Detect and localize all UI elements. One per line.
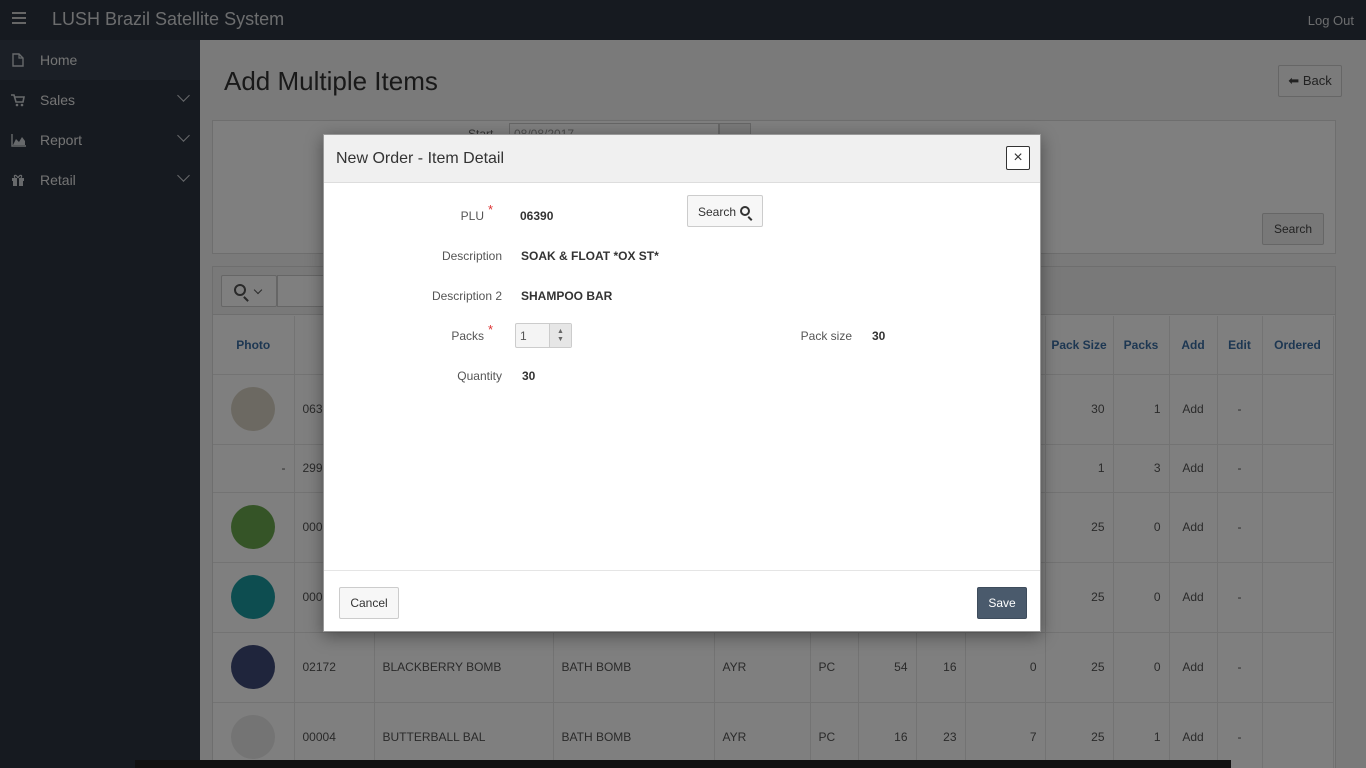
pack-size-label: Pack size <box>800 329 852 343</box>
dialog-header: New Order - Item Detail × <box>324 135 1040 183</box>
stepper-arrows-icon[interactable]: ▲ ▼ <box>549 324 571 347</box>
plu-search-button[interactable]: Search <box>687 195 763 227</box>
search-icon <box>740 206 750 216</box>
packs-label: Packs <box>451 329 484 343</box>
description-label: Description <box>441 249 502 263</box>
quantity-value: 30 <box>522 369 536 383</box>
search-button-label: Search <box>698 205 737 219</box>
packs-value: 1 <box>520 329 527 343</box>
cancel-button[interactable]: Cancel <box>339 587 399 619</box>
item-detail-dialog: New Order - Item Detail × PLU * 06390 Se… <box>323 134 1041 632</box>
required-marker: * <box>488 202 494 217</box>
plu-value: 06390 <box>520 209 554 223</box>
dialog-title: New Order - Item Detail <box>336 150 505 167</box>
description-value: SOAK & FLOAT *OX ST* <box>521 249 659 263</box>
quantity-label: Quantity <box>457 369 502 383</box>
packs-stepper[interactable]: 1 ▲ ▼ <box>515 323 572 348</box>
required-marker: * <box>488 322 494 337</box>
close-button[interactable]: × <box>1006 146 1030 170</box>
pack-size-value: 30 <box>872 329 886 343</box>
plu-label: PLU <box>460 209 484 223</box>
description2-value: SHAMPOO BAR <box>521 289 613 303</box>
save-button[interactable]: Save <box>977 587 1027 619</box>
dialog-footer: Cancel Save <box>324 570 1040 631</box>
description2-label: Description 2 <box>431 289 502 303</box>
